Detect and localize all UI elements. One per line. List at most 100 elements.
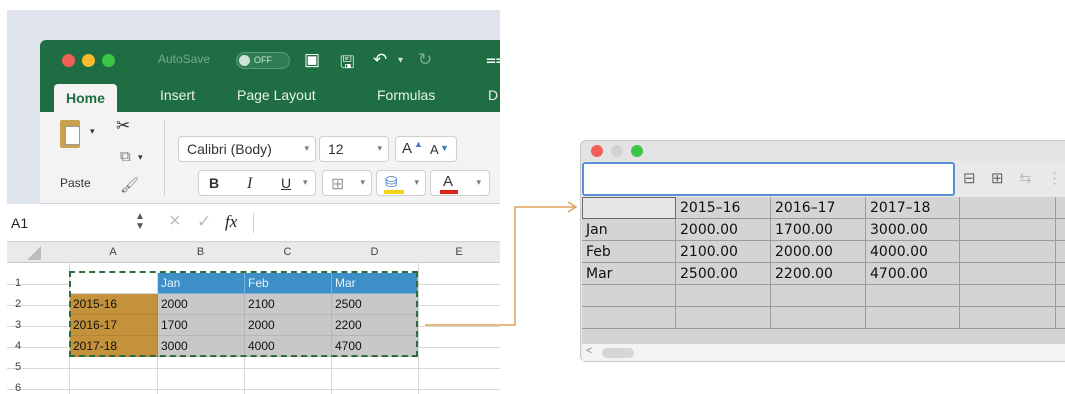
grid-cell[interactable] xyxy=(866,285,960,307)
underline-button[interactable]: U xyxy=(281,175,291,191)
grid-header-cell[interactable]: 2017–18 xyxy=(866,197,960,219)
font-name-select[interactable]: Calibri (Body) ▾ xyxy=(178,136,316,162)
copy-selection-marquee xyxy=(69,271,418,357)
grid-cell[interactable] xyxy=(771,285,866,307)
grid-cell[interactable]: 2200.00 xyxy=(771,263,866,285)
name-box-stepper-icon[interactable]: ▲ ▼ xyxy=(135,212,145,232)
close-button[interactable] xyxy=(591,145,603,157)
grid-cell[interactable] xyxy=(866,307,960,329)
grid-cell[interactable] xyxy=(960,307,1056,329)
grid-row-label[interactable]: Jan xyxy=(582,219,676,241)
grid-cell[interactable] xyxy=(1056,307,1065,329)
grid-cell[interactable] xyxy=(1056,263,1065,285)
grid-cell[interactable] xyxy=(676,285,771,307)
minimize-button[interactable] xyxy=(611,145,623,157)
column-header-c[interactable]: C xyxy=(244,246,331,258)
fill-color-button[interactable]: ⛁ ▾ xyxy=(376,170,426,196)
row-header-4[interactable]: 4 xyxy=(15,340,21,352)
cancel-formula-icon[interactable]: × xyxy=(169,210,181,233)
customize-toolbar-icon[interactable]: ⩶ xyxy=(486,50,500,70)
close-button[interactable] xyxy=(62,54,75,67)
save-icon[interactable]: 🖫 xyxy=(340,50,354,79)
confirm-formula-icon[interactable]: ✓ xyxy=(197,212,211,232)
zoom-button[interactable] xyxy=(631,145,643,157)
format-painter-icon[interactable]: 🖌 xyxy=(120,176,139,194)
grid-header-cell[interactable]: 2016–17 xyxy=(771,197,866,219)
scrollbar-thumb[interactable] xyxy=(602,348,634,358)
chevron-down-icon: ▾ xyxy=(377,143,382,153)
grid-row-label[interactable]: Mar xyxy=(582,263,676,285)
borders-button[interactable]: ⊞ ▾ xyxy=(322,170,372,196)
sidebar-icon[interactable]: ▣ xyxy=(304,50,320,70)
grid-cell[interactable]: 1700.00 xyxy=(771,219,866,241)
grid-cell[interactable]: 3000.00 xyxy=(866,219,960,241)
tab-insert[interactable]: Insert xyxy=(160,87,195,103)
select-all-corner[interactable] xyxy=(27,246,41,260)
grid-cell[interactable] xyxy=(1056,241,1065,263)
more-icon[interactable]: ⋮ xyxy=(1047,169,1062,187)
paste-dropdown-icon[interactable]: ▾ xyxy=(90,126,95,137)
grid-cell[interactable]: 2500.00 xyxy=(676,263,771,285)
column-header-b[interactable]: B xyxy=(157,246,244,258)
insert-function-button[interactable]: fx xyxy=(225,212,237,232)
insert-column-icon[interactable]: ⊞ xyxy=(991,169,1004,187)
data-grid-window: ⊟ ⊞ ⇆ ⋮ 2015–16 2016–17 2017–18 Jan 2000… xyxy=(580,140,1065,362)
tab-formulas[interactable]: Formulas xyxy=(377,87,435,103)
scroll-left-icon[interactable]: < xyxy=(586,345,592,357)
bold-button[interactable]: B xyxy=(209,175,219,191)
grid-cell[interactable] xyxy=(1056,285,1065,307)
tab-home[interactable]: Home xyxy=(54,84,117,112)
formula-divider xyxy=(253,213,254,233)
column-header-d[interactable]: D xyxy=(331,246,418,258)
grid-cell-corner[interactable] xyxy=(582,197,676,219)
cut-icon[interactable]: ✂ xyxy=(116,116,130,136)
cell-edit-input[interactable] xyxy=(582,162,955,196)
grid-cell[interactable] xyxy=(582,307,676,329)
grid-cell[interactable]: 4700.00 xyxy=(866,263,960,285)
grid-cell[interactable] xyxy=(582,285,676,307)
horizontal-scrollbar[interactable]: < xyxy=(582,343,1065,361)
grid-cell[interactable] xyxy=(960,263,1056,285)
row-header-5[interactable]: 5 xyxy=(15,361,21,373)
copy-dropdown-icon[interactable]: ▾ xyxy=(138,152,143,163)
grid-row-label[interactable]: Feb xyxy=(582,241,676,263)
paste-clipboard-icon[interactable] xyxy=(60,120,80,148)
grid-cell[interactable]: 4000.00 xyxy=(866,241,960,263)
tab-data[interactable]: D xyxy=(488,87,498,103)
font-size-select[interactable]: 12 ▾ xyxy=(319,136,389,162)
row-header-2[interactable]: 2 xyxy=(15,298,21,310)
insert-row-icon[interactable]: ⊟ xyxy=(963,169,976,187)
grid-cell[interactable] xyxy=(960,219,1056,241)
grow-font-button[interactable]: A xyxy=(402,140,412,157)
grid-cell[interactable] xyxy=(676,307,771,329)
chevron-down-icon[interactable]: ▾ xyxy=(303,177,308,188)
name-box[interactable]: A1 xyxy=(11,215,28,231)
grid-cell[interactable] xyxy=(1056,219,1065,241)
font-grow-shrink[interactable]: A ▲ A ▼ xyxy=(395,136,457,162)
grid-cell[interactable]: 2000.00 xyxy=(676,219,771,241)
italic-button[interactable]: I xyxy=(247,175,252,193)
row-header-1[interactable]: 1 xyxy=(15,277,21,289)
autosave-toggle[interactable]: OFF xyxy=(236,52,290,69)
grid-cell[interactable]: 2100.00 xyxy=(676,241,771,263)
column-header-a[interactable]: A xyxy=(69,246,157,258)
row-header-3[interactable]: 3 xyxy=(15,319,21,331)
minimize-button[interactable] xyxy=(82,54,95,67)
row-header-6[interactable]: 6 xyxy=(15,382,21,394)
undo-dropdown-icon[interactable]: ▾ xyxy=(398,55,403,66)
redo-icon[interactable]: ↻ xyxy=(418,50,432,70)
font-color-button[interactable]: A ▾ xyxy=(430,170,490,196)
grid-cell[interactable] xyxy=(771,307,866,329)
grid-cell[interactable] xyxy=(960,197,1056,219)
grid-cell[interactable] xyxy=(960,285,1056,307)
grid-cell[interactable] xyxy=(960,241,1056,263)
undo-icon[interactable]: ↶ xyxy=(373,50,387,70)
zoom-button[interactable] xyxy=(102,54,115,67)
copy-icon[interactable]: ⧉ xyxy=(120,148,131,165)
shrink-font-button[interactable]: A xyxy=(430,142,439,157)
transpose-icon[interactable]: ⇆ xyxy=(1019,169,1032,187)
grid-cell[interactable] xyxy=(1056,197,1065,219)
grid-cell[interactable]: 2000.00 xyxy=(771,241,866,263)
tab-page-layout[interactable]: Page Layout xyxy=(237,87,316,103)
grid-header-cell[interactable]: 2015–16 xyxy=(676,197,771,219)
